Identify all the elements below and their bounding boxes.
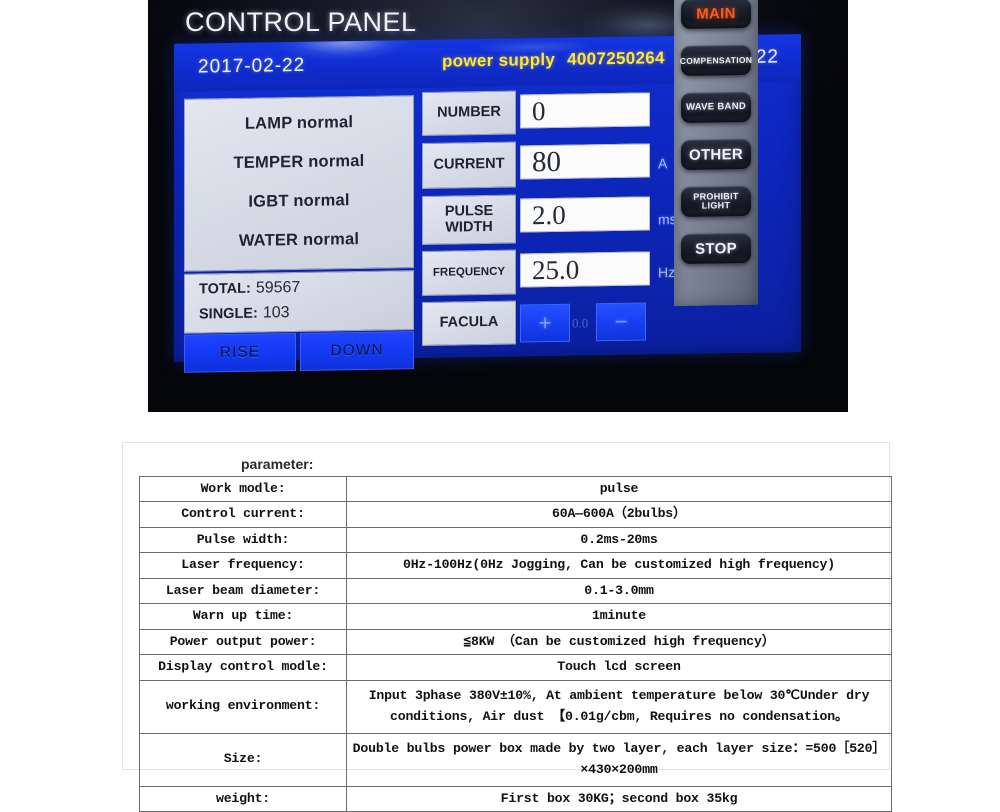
hw-button-stop-label: STOP: [695, 239, 737, 258]
lcd-screen: 2017-02-22 power supply4007250264 17:22 …: [174, 0, 801, 373]
table-row: Display control modle: Touch lcd screen: [139, 654, 892, 681]
table-row: Warn up time: 1minute: [139, 603, 892, 630]
header-device-title: power supply 4007250264: [442, 48, 665, 71]
param-unit-current: A: [658, 155, 668, 172]
spec-key: Size:: [139, 732, 347, 787]
hw-button-other[interactable]: OTHER: [681, 138, 751, 170]
counter-single: SINGLE: 103: [199, 304, 290, 323]
status-line-water: WATER normal: [238, 230, 360, 250]
counter-total: TOTAL: 59567: [199, 279, 300, 299]
facula-plus-button[interactable]: +: [520, 303, 570, 343]
hw-button-other-label: OTHER: [689, 145, 743, 164]
status-line-lamp: LAMP normal: [244, 113, 354, 133]
param-label-current[interactable]: CURRENT: [422, 141, 516, 190]
spec-table: Work modle: pulse Control current: 60A—600…: [139, 475, 892, 812]
param-label-pulse-width-text: PULSE WIDTH: [444, 202, 494, 236]
table-row: Laser beam diameter: 0.1-3.0mm: [139, 577, 892, 605]
hw-button-main[interactable]: MAIN: [681, 0, 751, 29]
table-row: Work modle: pulse: [139, 475, 892, 503]
down-button[interactable]: DOWN: [300, 331, 414, 371]
photo-title: CONTROL PANEL: [185, 7, 417, 37]
counter-total-value: 59567: [255, 278, 301, 297]
hw-button-compensation-label: COMPENSATION: [679, 54, 753, 66]
hw-button-stop[interactable]: STOP: [681, 232, 751, 264]
spec-table-caption: parameter:: [241, 456, 314, 472]
param-value-frequency[interactable]: 25.0: [520, 251, 650, 288]
param-label-frequency[interactable]: FREQUENCY: [422, 249, 516, 297]
hardware-button-bezel: MAIN COMPENSATION WAVE BAND OTHER PROHIB…: [674, 0, 758, 307]
param-unit-frequency: Hz: [658, 264, 676, 281]
spec-value: Touch lcd screen: [346, 654, 892, 681]
counters-box: TOTAL: 59567 SINGLE: 103: [184, 270, 414, 334]
hw-button-wave-band[interactable]: WAVE BAND: [681, 91, 751, 123]
counter-single-value: 103: [262, 304, 290, 322]
hw-button-prohibit-light[interactable]: PROHIBIT LIGHT: [681, 185, 751, 217]
hw-button-prohibit-light-label: PROHIBIT LIGHT: [693, 191, 739, 211]
table-row: Laser frequency: 0Hz-100Hz(0Hz Jogging, C…: [139, 552, 892, 579]
spec-value: First box 30KG；second box 35kg: [346, 785, 892, 812]
spec-key: weight:: [139, 785, 347, 812]
spec-value: 0Hz-100Hz(0Hz Jogging, Can be customized…: [346, 552, 892, 579]
spec-key: Display control modle:: [139, 654, 347, 681]
rise-button[interactable]: RISE: [184, 333, 296, 373]
spec-key: Warn up time:: [139, 603, 347, 630]
spec-key: Work modle:: [139, 475, 347, 503]
param-row-pulse-width: PULSE WIDTH 2.0 ms: [422, 192, 677, 246]
spec-table-container: parameter: Work modle: pulse Control curr…: [122, 442, 892, 812]
spec-value: 0.1-3.0mm: [346, 577, 892, 605]
counter-single-label: SINGLE:: [199, 305, 258, 323]
param-label-pulse-width[interactable]: PULSE WIDTH: [422, 194, 516, 246]
param-row-current: CURRENT 80 A: [422, 139, 667, 190]
table-row: Control current: 60A—600A（2bulbs）: [139, 501, 892, 528]
spec-value: Double bulbs power box made by two layer…: [346, 732, 892, 787]
facula-value: 0.0: [572, 315, 589, 331]
header-serial-number: 4007250264: [567, 48, 665, 69]
param-value-current[interactable]: 80: [520, 143, 650, 180]
param-label-facula[interactable]: FACULA: [422, 300, 516, 347]
spec-key: Pulse width:: [139, 526, 347, 554]
spec-value: ≦8KW （Can be customized high frequency）: [346, 628, 892, 656]
table-row: working environment: Input 3phase 380V±10…: [139, 679, 892, 734]
param-row-number: NUMBER 0: [422, 88, 662, 137]
spec-value: pulse: [346, 475, 892, 503]
table-row: Power output power: ≦8KW （Can be customiz…: [139, 628, 892, 656]
param-value-pulse-width[interactable]: 2.0: [520, 196, 650, 233]
header-date: 2017-02-22: [198, 54, 306, 78]
spec-key: Power output power:: [139, 628, 347, 656]
table-row: Size: Double bulbs power box made by two …: [139, 732, 892, 787]
param-label-number[interactable]: NUMBER: [422, 90, 516, 137]
spec-value: 0.2ms-20ms: [346, 526, 892, 554]
spec-key: Control current:: [139, 501, 347, 528]
header-device-label: power supply: [442, 49, 556, 71]
table-row: Pulse width: 0.2ms-20ms: [139, 526, 892, 554]
counter-total-label: TOTAL:: [199, 280, 251, 298]
control-panel-photo: CONTROL PANEL 2017-02-22 power supply 400…: [148, 0, 848, 412]
param-value-number[interactable]: 0: [520, 92, 650, 129]
status-column: LAMP normal TEMPER normal IGBT normal WA…: [184, 95, 414, 373]
hw-button-main-label: MAIN: [696, 4, 736, 23]
hw-button-compensation[interactable]: COMPENSATION: [679, 44, 753, 76]
spec-key: Laser beam diameter:: [139, 577, 347, 605]
table-row: weight: First box 30KG；second box 35kg: [139, 785, 892, 812]
spec-value: Input 3phase 380V±10%, At ambient temper…: [346, 679, 892, 734]
param-row-facula: FACULA + 0.0 −: [422, 298, 662, 347]
status-box: LAMP normal TEMPER normal IGBT normal WA…: [184, 95, 414, 272]
param-row-frequency: FREQUENCY 25.0 Hz: [422, 247, 675, 297]
spec-value: 1minute: [346, 603, 892, 630]
status-line-temper: TEMPER normal: [233, 151, 365, 172]
status-line-igbt: IGBT normal: [248, 191, 350, 211]
hw-button-wave-band-label: WAVE BAND: [685, 101, 747, 114]
facula-minus-button[interactable]: −: [596, 302, 646, 342]
parameter-column: NUMBER 0 CURRENT 80 A PULSE WIDTH 2.0 ms: [422, 88, 677, 347]
spec-key: working environment:: [139, 679, 347, 734]
spec-value: 60A—600A（2bulbs）: [346, 501, 892, 528]
spec-key: Laser frequency:: [139, 552, 347, 579]
